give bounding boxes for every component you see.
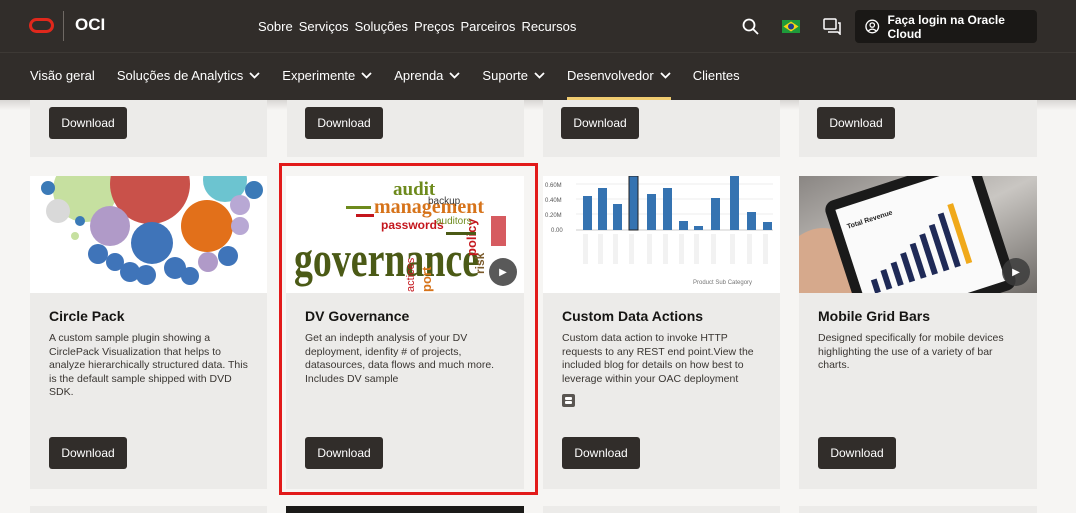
- download-button[interactable]: Download: [562, 437, 640, 469]
- blogger-icon[interactable]: [562, 394, 575, 407]
- brazil-flag-icon[interactable]: [782, 20, 800, 33]
- subnav-suporte[interactable]: Suporte: [482, 68, 545, 83]
- subnav-label: Visão geral: [30, 68, 95, 83]
- card-title[interactable]: Mobile Grid Bars: [818, 308, 930, 324]
- card-title[interactable]: Circle Pack: [49, 308, 125, 324]
- subnav-desenvolvedor[interactable]: Desenvolvedor: [566, 68, 671, 100]
- card-partial-4: Download: [799, 100, 1037, 157]
- subnav-label: Aprenda: [394, 68, 444, 83]
- card-description: Custom data action to invoke HTTP reques…: [562, 332, 754, 385]
- subnav-label: Clientes: [692, 68, 740, 83]
- oracle-logo-icon[interactable]: [29, 18, 54, 33]
- login-label: Faça login na Oracle Cloud: [887, 12, 1005, 41]
- chevron-down-icon: [534, 72, 545, 79]
- download-button[interactable]: Download: [305, 107, 383, 139]
- subnav-clientes[interactable]: Clientes: [693, 68, 740, 83]
- nav-sobre[interactable]: Sobre: [258, 19, 293, 34]
- search-icon[interactable]: [742, 18, 759, 35]
- download-button[interactable]: Download: [818, 437, 896, 469]
- highlight-box: [279, 163, 538, 495]
- chat-icon[interactable]: [823, 18, 841, 35]
- chevron-down-icon: [449, 72, 461, 79]
- download-button[interactable]: Download: [49, 437, 127, 469]
- card-next-row-4: [799, 506, 1037, 513]
- card-next-row-2: [286, 506, 524, 513]
- subnav-experimente[interactable]: Experimente: [282, 68, 372, 83]
- card-partial-2: Download: [287, 100, 524, 157]
- card-partial-3: Download: [543, 100, 780, 157]
- sub-nav: Visão geral Soluções de Analytics Experi…: [30, 68, 762, 100]
- top-navbar: OCI Sobre Serviços Soluções Preços Parce…: [0, 0, 1076, 52]
- logo-divider: [63, 11, 64, 41]
- card-next-row-1: [30, 506, 267, 513]
- login-button[interactable]: Faça login na Oracle Cloud: [855, 10, 1037, 43]
- mobile-phone-image: Total Revenue: [799, 176, 1037, 293]
- circle-pack-thumbnail[interactable]: [30, 176, 267, 293]
- nav-servicos[interactable]: Serviços: [299, 19, 349, 34]
- nav-recursos[interactable]: Recursos: [521, 19, 576, 34]
- card-mobile-grid-bars: Total Revenue ▶ Mobile Grid Bars Designe…: [799, 176, 1037, 489]
- card-partial-1: Download: [30, 100, 267, 157]
- subnav-label: Soluções de Analytics: [116, 68, 244, 83]
- subnav-visao-geral[interactable]: Visão geral: [30, 68, 95, 83]
- oci-logo-text[interactable]: OCI: [75, 15, 105, 35]
- nav-precos[interactable]: Preços: [414, 19, 454, 34]
- download-button[interactable]: Download: [817, 107, 895, 139]
- circle-pack-image: [30, 176, 267, 293]
- chevron-down-icon: [361, 72, 372, 79]
- data-actions-thumbnail[interactable]: 0.60M 0.40M 0.20M 0.00 Product Sub Categ…: [543, 176, 780, 293]
- subnav-label: Desenvolvedor: [566, 68, 654, 83]
- card-description: Designed specifically for mobile devices…: [818, 332, 1004, 372]
- card-next-row-3: [543, 506, 780, 513]
- play-video-icon[interactable]: ▶: [1002, 258, 1030, 286]
- y-tick-label: 0.00: [551, 228, 563, 234]
- card-title[interactable]: Custom Data Actions: [562, 308, 703, 324]
- subnav-label: Experimente: [282, 68, 356, 83]
- x-axis-label: Product Sub Category: [693, 280, 752, 286]
- subnav-aprenda[interactable]: Aprenda: [394, 68, 461, 83]
- mobile-grid-bars-thumbnail[interactable]: Total Revenue: [799, 176, 1037, 293]
- nav-solucoes[interactable]: Soluções: [355, 19, 408, 34]
- card-circle-pack: Circle Pack A custom sample plugin showi…: [30, 176, 267, 489]
- top-nav: Sobre Serviços Soluções Preços Parceiros…: [258, 19, 576, 34]
- card-description: A custom sample plugin showing a CircleP…: [49, 332, 248, 399]
- y-tick-label: 0.20M: [545, 213, 562, 219]
- card-custom-data-actions: 0.60M 0.40M 0.20M 0.00 Product Sub Categ…: [543, 176, 780, 489]
- y-tick-label: 0.60M: [545, 183, 562, 189]
- user-icon: [865, 19, 880, 34]
- subnav-label: Suporte: [482, 68, 528, 83]
- chevron-down-icon: [660, 72, 671, 79]
- download-button[interactable]: Download: [49, 107, 127, 139]
- sub-navbar: Visão geral Soluções de Analytics Experi…: [0, 52, 1076, 100]
- y-tick-label: 0.40M: [545, 198, 562, 204]
- chevron-down-icon: [249, 72, 260, 79]
- download-button[interactable]: Download: [561, 107, 639, 139]
- nav-parceiros[interactable]: Parceiros: [461, 19, 516, 34]
- bar-chart-image: 0.60M 0.40M 0.20M 0.00 Product Sub Categ…: [543, 176, 780, 293]
- subnav-solucoes-analytics[interactable]: Soluções de Analytics: [117, 68, 260, 83]
